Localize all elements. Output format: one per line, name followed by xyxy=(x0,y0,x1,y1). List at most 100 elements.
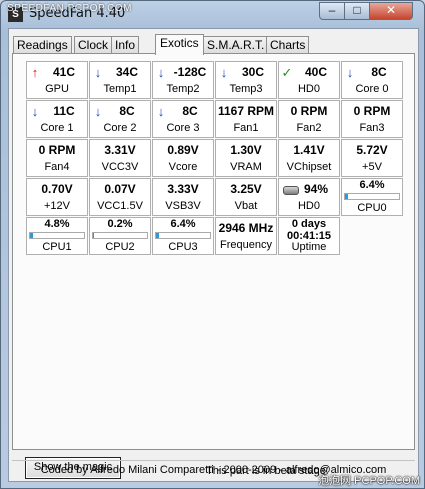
sensor-value: 8C xyxy=(182,104,198,118)
tab-exotics[interactable]: Exotics xyxy=(155,34,204,55)
watermark-top: SPEEDFAN.PCPOP.COM xyxy=(7,3,132,14)
sensor-label: Vbat xyxy=(234,200,258,212)
sensor-value: 1.41V xyxy=(293,143,325,157)
sensor-cell-core3: ↓ 8C Core 3 xyxy=(152,100,214,138)
sensor-value: 1.30V xyxy=(230,143,262,157)
sensor-cell-vcc15v: 0.07V VCC1.5V xyxy=(89,178,151,216)
cpu-usage-bar-fill xyxy=(156,233,160,238)
sensor-cell-hd0-health: 94% HD0 xyxy=(278,178,340,216)
cpu-usage-bar-fill xyxy=(345,194,349,199)
sensor-cell-vram: 1.30V VRAM xyxy=(215,139,277,177)
exotics-panel: ↑ 41C GPU ↓ 34C Temp1 ↓ -128C Temp2 ↓ 30… xyxy=(12,53,415,479)
sensor-label: VSB3V xyxy=(165,200,201,212)
sensor-cell-uptime: 0 days 00:41:15 Uptime xyxy=(278,217,340,255)
cpu-usage-bar xyxy=(29,232,85,239)
sensor-cell-core2: ↓ 8C Core 2 xyxy=(89,100,151,138)
cpu-usage-bar xyxy=(155,232,211,239)
sensor-label: Uptime xyxy=(291,241,327,253)
sensor-cell-temp2: ↓ -128C Temp2 xyxy=(152,61,214,99)
sensor-label: Core 3 xyxy=(166,122,200,134)
sensor-label: Temp1 xyxy=(103,83,137,95)
sensor-value: 94% xyxy=(303,182,329,196)
sensor-value: 40C xyxy=(304,65,327,79)
sensor-value: 0 RPM xyxy=(353,104,391,118)
sensor-cell-plus5v: 5.72V +5V xyxy=(341,139,403,177)
sensor-value: 3.25V xyxy=(230,182,262,196)
sensor-label: HD0 xyxy=(297,200,320,212)
cpu-usage-bar-fill xyxy=(93,233,94,238)
sensor-value: 0 RPM xyxy=(290,104,328,118)
down-arrow-icon: ↓ xyxy=(31,104,39,119)
up-arrow-icon: ↑ xyxy=(31,65,39,80)
sensor-cell-fan4: 0 RPM Fan4 xyxy=(26,139,88,177)
sensor-value: 0 RPM xyxy=(38,143,76,157)
sensor-value: 0.89V xyxy=(167,143,199,157)
sensor-cell-vcore: 0.89V Vcore xyxy=(152,139,214,177)
sensor-value: 0.07V xyxy=(104,182,136,196)
sensor-label: VRAM xyxy=(230,161,262,173)
watermark-bottom: 泡泡网 PCPOP.COM xyxy=(318,475,420,487)
minimize-button[interactable]: – xyxy=(319,2,345,20)
down-arrow-icon: ↓ xyxy=(94,104,102,119)
sensor-cell-temp1: ↓ 34C Temp1 xyxy=(89,61,151,99)
sensor-label: Core 0 xyxy=(355,83,389,95)
sensor-value: 8C xyxy=(119,104,135,118)
sensor-cell-cpu3: 6.4% CPU3 xyxy=(152,217,214,255)
sensor-value: 2946 MHz xyxy=(218,221,274,235)
speedfan-window: S SpeedFan 4.40 SPEEDFAN.PCPOP.COM – □ ✕… xyxy=(0,0,425,489)
sensor-cell-plus12v: 0.70V +12V xyxy=(26,178,88,216)
sensor-value: 0.70V xyxy=(41,182,73,196)
maximize-button[interactable]: □ xyxy=(344,2,370,20)
down-arrow-icon: ↓ xyxy=(346,65,354,80)
sensor-label: CPU0 xyxy=(357,202,387,214)
sensor-label: +12V xyxy=(44,200,70,212)
sensor-label: Core 1 xyxy=(40,122,74,134)
sensor-label: CPU1 xyxy=(42,241,72,253)
sensor-value: 5.72V xyxy=(356,143,388,157)
sensor-cell-cpu0: 6.4% CPU0 xyxy=(341,178,403,216)
sensor-label: Temp3 xyxy=(229,83,263,95)
sensor-cell-vcc3v: 3.31V VCC3V xyxy=(89,139,151,177)
tab-smart[interactable]: S.M.A.R.T. xyxy=(203,36,269,54)
tab-info[interactable]: Info xyxy=(111,36,140,54)
cpu-usage-value: 6.4% xyxy=(170,218,196,230)
down-arrow-icon: ↓ xyxy=(157,104,165,119)
tab-readings[interactable]: Readings xyxy=(13,36,72,54)
sensor-value: 1167 RPM xyxy=(217,104,275,118)
sensor-label: Vcore xyxy=(168,161,198,173)
tab-clock[interactable]: Clock xyxy=(74,36,113,54)
uptime-days: 0 days xyxy=(291,218,327,230)
client-area: Readings Clock Info Exotics S.M.A.R.T. C… xyxy=(8,28,419,482)
down-arrow-icon: ↓ xyxy=(157,65,165,80)
sensor-value: 34C xyxy=(115,65,138,79)
sensor-cell-vsb3v: 3.33V VSB3V xyxy=(152,178,214,216)
sensor-cell-gpu: ↑ 41C GPU xyxy=(26,61,88,99)
sensor-label: Fan2 xyxy=(296,122,322,134)
sensor-cell-vbat: 3.25V Vbat xyxy=(215,178,277,216)
cpu-usage-bar xyxy=(92,232,148,239)
sensor-label: Core 2 xyxy=(103,122,137,134)
sensor-cell-cpu2: 0.2% CPU2 xyxy=(89,217,151,255)
sensor-cell-cpu1: 4.8% CPU1 xyxy=(26,217,88,255)
close-button[interactable]: ✕ xyxy=(369,2,413,20)
sensor-cell-core0: ↓ 8C Core 0 xyxy=(341,61,403,99)
sensor-cell-vchipset: 1.41V VChipset xyxy=(278,139,340,177)
tab-charts[interactable]: Charts xyxy=(266,36,310,54)
cpu-usage-bar-fill xyxy=(30,233,33,238)
check-icon: ✓ xyxy=(281,65,293,80)
sensor-cell-fan2: 0 RPM Fan2 xyxy=(278,100,340,138)
title-bar[interactable]: S SpeedFan 4.40 SPEEDFAN.PCPOP.COM – □ ✕ xyxy=(1,1,424,27)
sensor-value: 8C xyxy=(371,65,387,79)
cpu-usage-value: 6.4% xyxy=(359,179,385,191)
sensor-label: CPU3 xyxy=(168,241,198,253)
uptime-value: 0 days 00:41:15 xyxy=(279,218,339,242)
sensor-cell-hd0-temp: ✓ 40C HD0 xyxy=(278,61,340,99)
sensor-label: VCC1.5V xyxy=(97,200,143,212)
sensor-value: 30C xyxy=(241,65,264,79)
cpu-usage-bar xyxy=(344,193,400,200)
sensor-cell-frequency: 2946 MHz Frequency xyxy=(215,217,277,255)
sensor-label: +5V xyxy=(362,161,382,173)
sensor-label: Fan1 xyxy=(233,122,259,134)
sensor-label: Fan4 xyxy=(44,161,70,173)
sensor-value: 3.31V xyxy=(104,143,136,157)
